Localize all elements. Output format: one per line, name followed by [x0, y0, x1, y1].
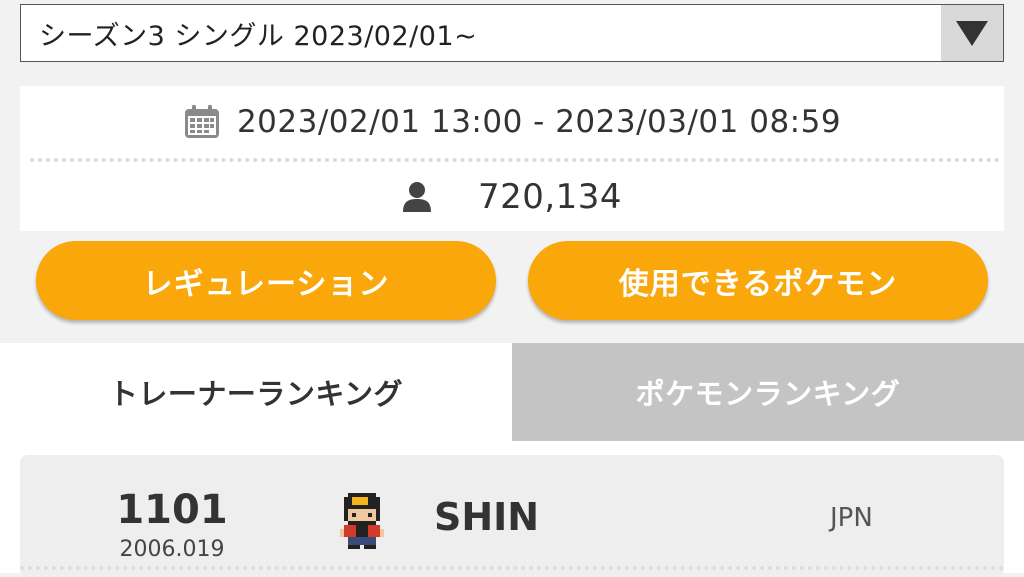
tab-trainer-ranking[interactable]: トレーナーランキング	[0, 343, 512, 441]
rating-value: 2006.019	[119, 537, 225, 562]
trainer-avatar-icon	[340, 493, 384, 549]
player-count-text: 720,134	[477, 177, 623, 217]
dropdown-toggle[interactable]	[941, 5, 1003, 61]
season-period: 2023/02/01 13:00 - 2023/03/01 08:59	[20, 86, 1004, 158]
regulation-button[interactable]: レギュレーション	[36, 241, 496, 320]
season-select-label: シーズン3 シングル 2023/02/01~	[39, 20, 478, 52]
ranking-tabs: トレーナーランキング ポケモンランキング	[0, 343, 1024, 441]
usable-pokemon-button[interactable]: 使用できるポケモン	[528, 241, 988, 320]
season-period-text: 2023/02/01 13:00 - 2023/03/01 08:59	[236, 104, 842, 140]
calendar-icon	[184, 105, 219, 138]
player-count: 720,134	[20, 166, 1004, 228]
tab-pokemon-ranking[interactable]: ポケモンランキング	[512, 343, 1024, 441]
trainer-country: JPN	[830, 503, 873, 533]
rank-number: 1101	[116, 487, 228, 533]
season-info-card: 2023/02/01 13:00 - 2023/03/01 08:59 720,…	[20, 86, 1004, 231]
row-divider	[20, 566, 1004, 570]
person-icon	[402, 182, 431, 212]
table-row[interactable]: 1101 2006.019 SHIN JPN	[20, 455, 1004, 577]
ranking-list: 1101 2006.019 SHIN JPN	[0, 441, 1024, 577]
trainer-name: SHIN	[434, 495, 540, 539]
season-select[interactable]: シーズン3 シングル 2023/02/01~	[20, 4, 1004, 62]
triangle-down-icon	[956, 21, 988, 46]
divider	[30, 158, 1000, 162]
